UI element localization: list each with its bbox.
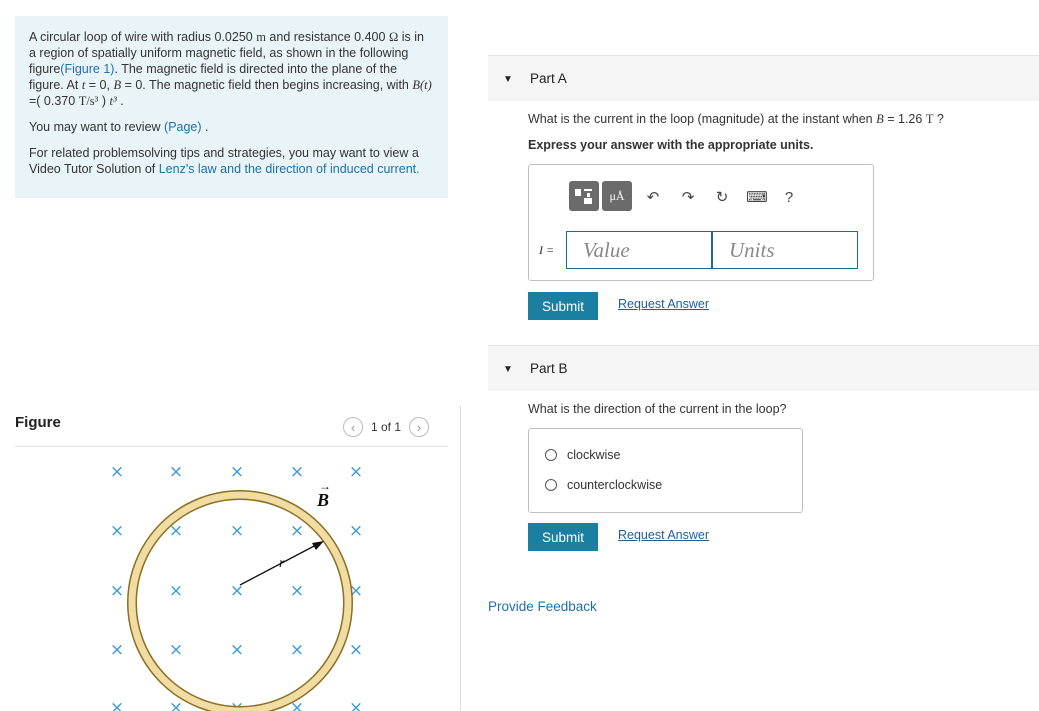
part-a-question: What is the current in the loop (magnitu… — [528, 112, 944, 126]
next-figure-button[interactable]: › — [409, 417, 430, 437]
field-cross-marker: × — [110, 640, 124, 660]
help-icon: ? — [784, 188, 794, 206]
undo-button[interactable]: ↶ — [643, 187, 663, 207]
redo-button[interactable]: ↷ — [678, 187, 698, 207]
choice-label: counterclockwise — [567, 478, 663, 492]
template-icon — [575, 189, 592, 204]
field-cross-marker: × — [110, 698, 124, 711]
part-a-instructions: Express your answer with the appropriate… — [528, 138, 814, 152]
answer-input-panel: μÅ ↶ ↷ ↻ ⌨ ? I = — [528, 164, 874, 281]
redo-icon: ↷ — [681, 189, 695, 206]
template-button[interactable] — [569, 181, 599, 211]
figure-link[interactable]: (Figure 1) — [60, 62, 114, 76]
units-icon: μÅ — [609, 188, 625, 203]
field-cross-marker: × — [110, 521, 124, 541]
part-b-choices: clockwise counterclockwise — [528, 428, 803, 513]
magnetic-field-figure: × × × × ×× × × × ×× × × × ×× × × × ×× × × × × r B → — [110, 462, 363, 711]
field-cross-marker: × — [349, 521, 363, 541]
units-button[interactable]: μÅ — [602, 181, 632, 211]
radius-label: r — [279, 556, 285, 571]
page-link[interactable]: (Page) — [164, 120, 202, 134]
part-b-title: Part B — [530, 361, 568, 376]
problem-statement: A circular loop of wire with radius 0.02… — [15, 16, 448, 198]
figure-heading: Figure — [15, 414, 61, 431]
keyboard-button[interactable]: ⌨ — [746, 187, 768, 207]
keyboard-icon: ⌨ — [746, 189, 768, 206]
units-field — [712, 231, 858, 269]
value-field — [566, 231, 712, 269]
choice-label: clockwise — [567, 448, 621, 462]
video-tutor-link[interactable]: Lenz's law and the direction of induced … — [159, 162, 420, 176]
field-cross-marker: × — [169, 640, 183, 660]
field-cross-marker: × — [169, 462, 183, 482]
chevron-right-icon: › — [416, 419, 422, 435]
field-cross-marker: × — [230, 462, 244, 482]
radio-button[interactable] — [545, 479, 557, 491]
current-label: I = — [539, 243, 555, 257]
vector-arrow-icon: → — [319, 479, 331, 493]
field-cross-marker: × — [290, 581, 304, 601]
chevron-left-icon: ‹ — [350, 419, 356, 435]
field-cross-marker: × — [110, 581, 124, 601]
figure-pager: ‹ 1 of 1 › — [343, 417, 430, 437]
provide-feedback-link[interactable]: Provide Feedback — [488, 599, 597, 614]
help-button[interactable]: ? — [779, 187, 799, 207]
reset-button[interactable]: ↻ — [712, 187, 732, 207]
problem-paragraph-3: For related problemsolving tips and stra… — [29, 146, 420, 176]
part-b-question: What is the direction of the current in … — [528, 402, 787, 416]
part-a-request-answer-link[interactable]: Request Answer — [618, 297, 709, 311]
choice-clockwise[interactable]: clockwise — [545, 448, 621, 462]
part-a-title: Part A — [530, 71, 567, 86]
panel-divider — [460, 406, 461, 711]
field-cross-marker: × — [169, 698, 183, 711]
value-input[interactable] — [567, 232, 711, 268]
problem-paragraph-1: A circular loop of wire with radius 0.02… — [29, 30, 432, 108]
choice-counterclockwise[interactable]: counterclockwise — [545, 478, 662, 492]
field-cross-marker: × — [169, 581, 183, 601]
field-cross-marker: × — [230, 640, 244, 660]
collapse-triangle-icon: ▼ — [503, 74, 513, 85]
field-cross-marker: × — [349, 462, 363, 482]
part-a-submit-button[interactable]: Submit — [528, 292, 598, 320]
part-b-request-answer-link[interactable]: Request Answer — [618, 528, 709, 542]
figure-divider — [15, 446, 448, 447]
undo-icon: ↶ — [646, 189, 660, 206]
field-cross-marker: × — [349, 640, 363, 660]
radio-button[interactable] — [545, 449, 557, 461]
reset-icon: ↻ — [715, 189, 729, 206]
pager-count: 1 of 1 — [371, 420, 402, 434]
problem-paragraph-2: You may want to review (Page) . — [29, 120, 209, 134]
collapse-triangle-icon: ▼ — [503, 364, 513, 375]
field-cross-marker: × — [349, 698, 363, 711]
field-cross-marker: × — [230, 521, 244, 541]
part-a-header[interactable]: ▼ Part A — [488, 55, 1039, 101]
prev-figure-button[interactable]: ‹ — [343, 417, 363, 437]
part-b-submit-button[interactable]: Submit — [528, 523, 598, 551]
part-b-header[interactable]: ▼ Part B — [488, 345, 1039, 391]
field-cross-marker: × — [290, 521, 304, 541]
radius-arrowhead — [312, 541, 324, 550]
field-cross-marker: × — [290, 640, 304, 660]
field-cross-marker: × — [110, 462, 124, 482]
units-input[interactable] — [713, 232, 857, 268]
field-vector-label: B — [316, 490, 329, 510]
field-cross-marker: × — [290, 462, 304, 482]
